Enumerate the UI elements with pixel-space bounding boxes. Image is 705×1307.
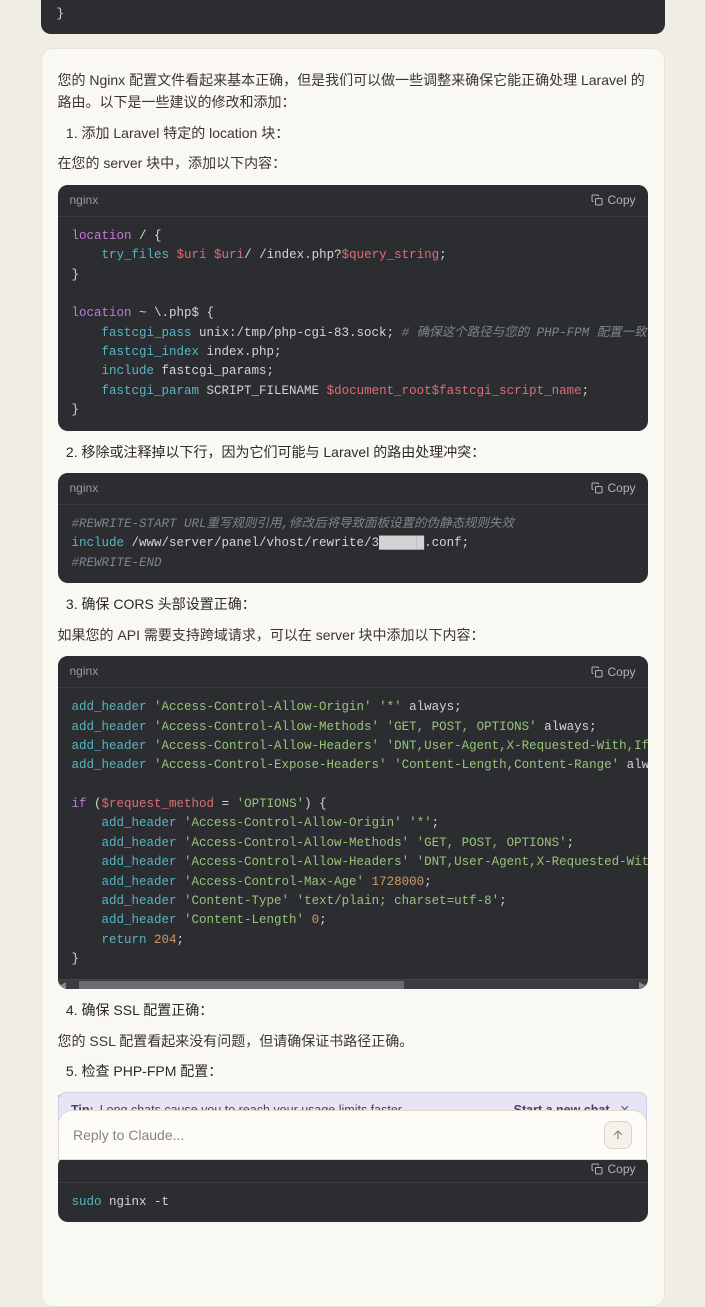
code-lang-label: nginx: [70, 662, 99, 681]
copy-icon: [591, 1163, 603, 1175]
scroll-left-icon[interactable]: ◀: [58, 978, 68, 990]
code-lang-label: nginx: [70, 191, 99, 210]
copy-icon: [591, 194, 603, 206]
step-3-note: 如果您的 API 需要支持跨域请求，可以在 server 块中添加以下内容：: [58, 624, 648, 646]
code-content-1[interactable]: location / { try_files $uri $uri/ /index…: [58, 217, 648, 431]
copy-icon: [591, 482, 603, 494]
step-1-note: 在您的 server 块中，添加以下内容：: [58, 152, 648, 174]
scrollbar-thumb[interactable]: [79, 981, 404, 989]
code-block-2: nginx Copy #REWRITE-START URL重写规则引用,修改后将…: [58, 473, 648, 583]
code-block-4: Copy sudo nginx -t: [58, 1156, 648, 1222]
previous-code-tail: }: [41, 0, 665, 34]
code-block-1: nginx Copy location / { try_files $uri $…: [58, 185, 648, 431]
copy-button[interactable]: Copy: [591, 1162, 635, 1176]
step-5: 检查 PHP-FPM 配置：: [82, 1060, 648, 1082]
copy-button[interactable]: Copy: [591, 481, 635, 495]
code-lang-label: nginx: [70, 479, 99, 498]
send-button[interactable]: [604, 1121, 632, 1149]
step-3: 确保 CORS 头部设置正确：: [82, 593, 648, 615]
copy-button[interactable]: Copy: [591, 193, 635, 207]
horizontal-scrollbar[interactable]: ◀ ▶: [58, 979, 648, 989]
copy-icon: [591, 666, 603, 678]
code-content-2[interactable]: #REWRITE-START URL重写规则引用,修改后将导致面板设置的伪静态规…: [58, 505, 648, 583]
chat-input-bar[interactable]: Reply to Claude...: [58, 1110, 647, 1160]
code-content-4[interactable]: sudo nginx -t: [58, 1183, 648, 1222]
copy-button[interactable]: Copy: [591, 665, 635, 679]
step-2: 移除或注释掉以下行，因为它们可能与 Laravel 的路由处理冲突：: [82, 441, 648, 463]
code-block-3: nginx Copy add_header 'Access-Control-Al…: [58, 656, 648, 989]
code-content-3[interactable]: add_header 'Access-Control-Allow-Origin'…: [58, 688, 648, 979]
step-4-note: 您的 SSL 配置看起来没有问题，但请确保证书路径正确。: [58, 1030, 648, 1052]
intro-paragraph: 您的 Nginx 配置文件看起来基本正确，但是我们可以做一些调整来确保它能正确处…: [58, 69, 648, 114]
step-4: 确保 SSL 配置正确：: [82, 999, 648, 1021]
step-1: 添加 Laravel 特定的 location 块：: [82, 122, 648, 144]
input-placeholder: Reply to Claude...: [73, 1124, 184, 1146]
arrow-up-icon: [611, 1128, 625, 1142]
scroll-right-icon[interactable]: ▶: [638, 978, 648, 990]
